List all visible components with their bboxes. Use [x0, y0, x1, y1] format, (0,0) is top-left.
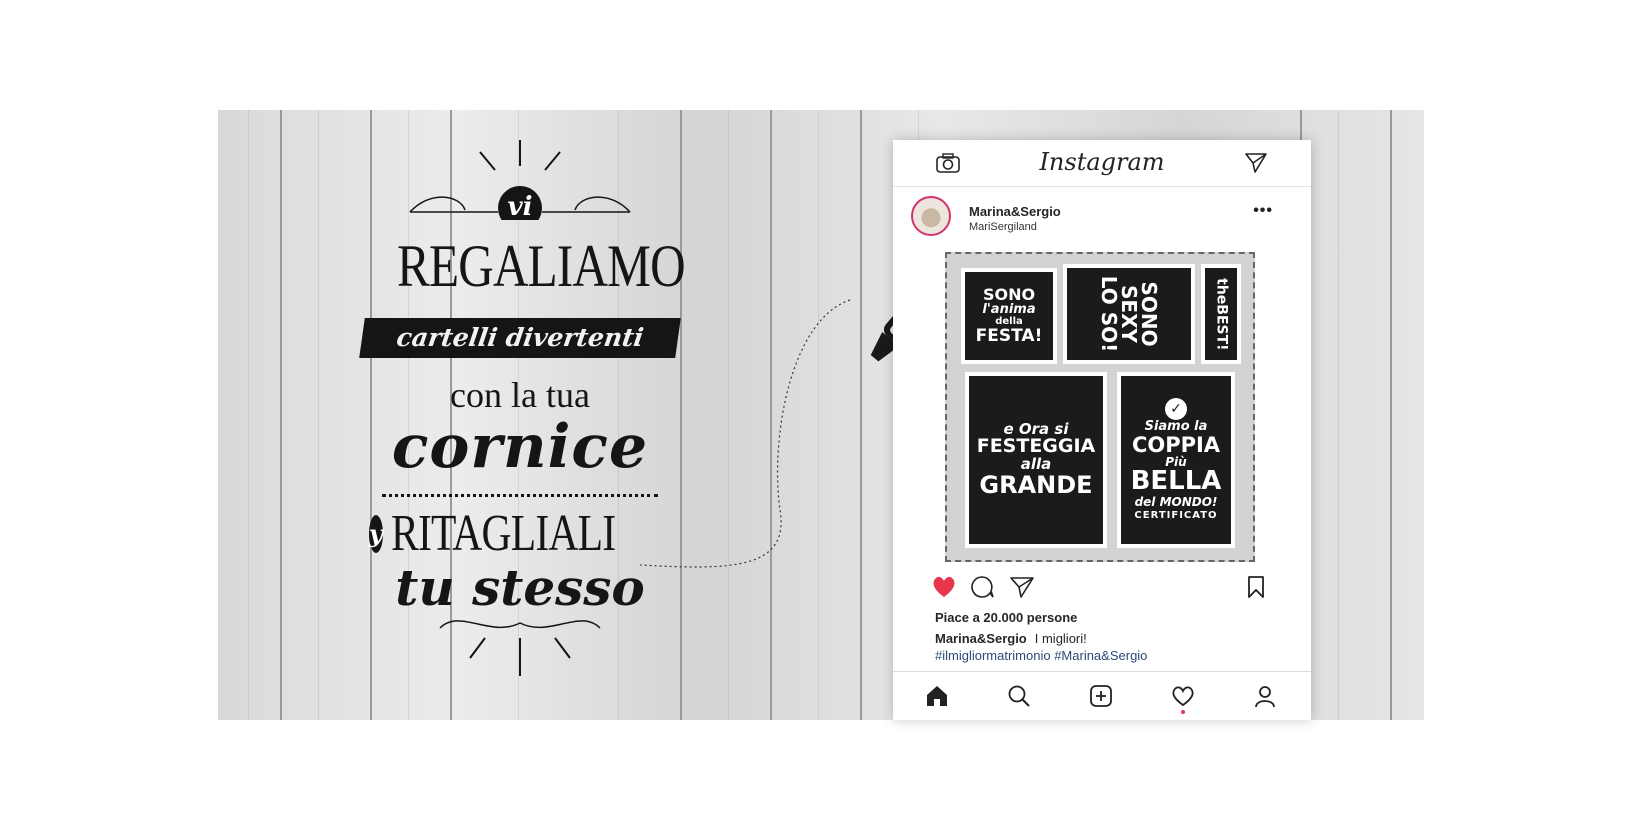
likes-count: Piace a 20.000 persone	[935, 610, 1078, 625]
poster-cornice: cornice	[391, 412, 649, 482]
post-username[interactable]: Marina&Sergio	[969, 204, 1061, 219]
avatar[interactable]	[911, 196, 951, 236]
post-location: MariSergiland	[969, 221, 1037, 233]
poster-regaliamo: REGALIAMO	[397, 233, 686, 299]
add-icon[interactable]	[1087, 682, 1115, 710]
profile-icon[interactable]	[1251, 682, 1279, 710]
share-icon[interactable]	[1007, 572, 1037, 602]
bottom-navigation	[893, 671, 1311, 720]
post-caption: Marina&Sergio I migliori!	[935, 631, 1087, 646]
dotted-divider	[382, 494, 658, 497]
sign-coppia-piu-bella: ✓ Siamo la COPPIA Più BELLA del MONDO! C…	[1117, 372, 1235, 548]
poster-con-la-tua: con la tua	[450, 375, 590, 415]
search-icon[interactable]	[1005, 682, 1033, 710]
send-icon[interactable]	[1241, 148, 1271, 178]
sign-sono-sexy: SONO SEXY LO SO!	[1063, 264, 1195, 364]
instagram-post-mockup: Instagram Marina&Sergio MariSergiland ••…	[893, 140, 1311, 720]
ampersand-badge: y	[368, 514, 383, 553]
activity-notification-dot	[1181, 710, 1185, 714]
bottom-ornament	[439, 620, 601, 676]
plank-divider	[280, 110, 282, 720]
post-hashtags[interactable]: #ilmigliormatrimonio #Marina&Sergio	[935, 648, 1147, 663]
caption-text: I migliori!	[1034, 631, 1087, 646]
plank-divider	[1390, 110, 1392, 720]
sign-festeggia-alla-grande: e Ora si FESTEGGIA alla GRANDE	[965, 372, 1107, 548]
activity-icon[interactable]	[1169, 682, 1197, 710]
post-photo: SONO l'anima della FESTA! SONO SEXY LO S…	[945, 252, 1255, 562]
poster-ritagliali: RITAGLIALI	[390, 505, 616, 562]
comment-icon[interactable]	[967, 572, 997, 602]
bookmark-icon[interactable]	[1241, 572, 1271, 602]
sign-anima-della-festa: SONO l'anima della FESTA!	[961, 268, 1057, 364]
typography-poster: vi REGALIAMO cartelli divertenti con la …	[359, 140, 686, 680]
post-actions-bar	[893, 568, 1311, 608]
poster-ritagliali-row: y RITAGLIALI	[368, 504, 670, 563]
sign-the-best: theBEST!	[1201, 264, 1241, 364]
poster-vi: vi	[507, 192, 533, 222]
home-icon[interactable]	[923, 682, 951, 710]
check-badge-icon: ✓	[1165, 398, 1187, 421]
more-options-icon[interactable]: •••	[1253, 202, 1273, 220]
heart-icon[interactable]	[929, 572, 959, 602]
instagram-header: Instagram	[893, 140, 1311, 187]
caption-username[interactable]: Marina&Sergio	[935, 631, 1027, 646]
poster-cartelli-divertenti: cartelli divertenti	[359, 318, 681, 358]
